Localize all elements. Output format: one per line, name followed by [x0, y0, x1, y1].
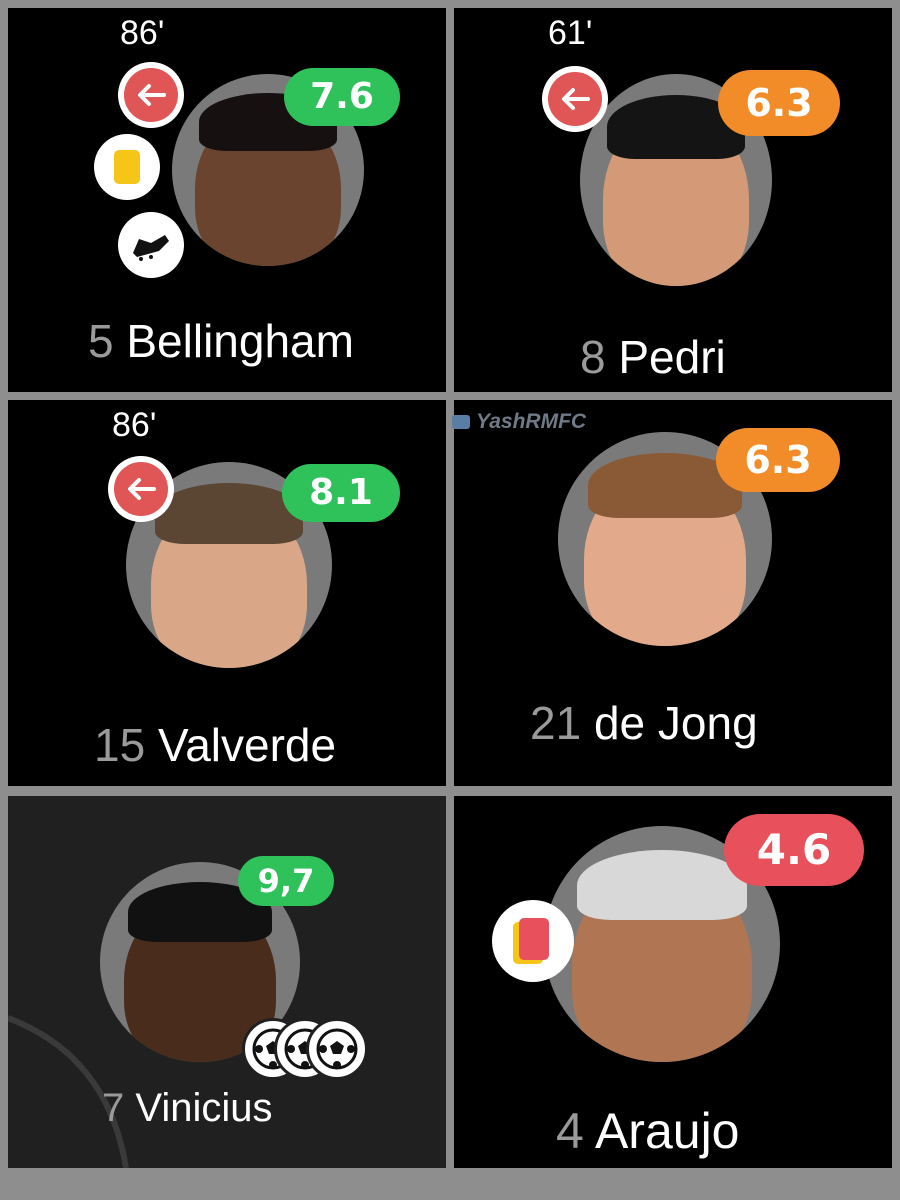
watermark: YashRMFC: [452, 410, 586, 434]
rating-badge: 6.3: [718, 70, 840, 136]
jersey-number: 4: [556, 1103, 584, 1159]
player-card-araujo[interactable]: 4.6 4 Araujo: [454, 796, 892, 1168]
rating-badge: 7.6: [284, 68, 400, 126]
jersey-number: 7: [102, 1086, 125, 1130]
player-name: Pedri: [618, 331, 726, 383]
red-card-icon: [492, 900, 574, 982]
rating-badge: 9,7: [238, 856, 334, 906]
jersey-number: 15: [94, 719, 146, 771]
jersey-number: 21: [530, 697, 582, 749]
sub-out-icon: [542, 66, 608, 132]
sub-minute: 86': [120, 14, 165, 52]
sub-out-icon: [108, 456, 174, 522]
player-name: Vinicius: [135, 1086, 273, 1130]
player-card-vinicius[interactable]: 9,7 7 Vinicius: [8, 796, 446, 1168]
yellow-card-icon: [94, 134, 160, 200]
twitter-icon: [452, 415, 470, 430]
jersey-number: 5: [88, 315, 114, 367]
player-card-valverde[interactable]: 86' 8.1 15 Valverde: [8, 400, 446, 786]
player-label: 15 Valverde: [94, 718, 336, 772]
boot-icon: [118, 212, 184, 278]
player-name: Bellingham: [126, 315, 354, 367]
rating-badge: 8.1: [282, 464, 400, 522]
player-label: 4 Araujo: [556, 1102, 739, 1160]
goal-ball-icon: [306, 1018, 368, 1080]
sub-minute: 61': [548, 14, 593, 52]
player-label: 7 Vinicius: [102, 1086, 272, 1131]
watermark-text: YashRMFC: [476, 410, 587, 433]
player-name: Valverde: [157, 719, 337, 771]
player-name: Araujo: [594, 1103, 740, 1159]
player-label: 8 Pedri: [580, 330, 726, 384]
sub-minute: 86': [112, 406, 157, 444]
player-card-de-jong[interactable]: 6.3 21 de Jong: [454, 400, 892, 786]
player-name: de Jong: [593, 697, 758, 749]
jersey-number: 8: [580, 331, 606, 383]
player-card-bellingham[interactable]: 86' 7.6 5 Bellingham: [8, 8, 446, 392]
player-card-pedri[interactable]: 61' 6.3 8 Pedri: [454, 8, 892, 392]
rating-badge: 4.6: [724, 814, 864, 886]
sub-out-icon: [118, 62, 184, 128]
player-label: 5 Bellingham: [88, 314, 354, 368]
player-label: 21 de Jong: [530, 696, 758, 750]
rating-badge: 6.3: [716, 428, 840, 492]
